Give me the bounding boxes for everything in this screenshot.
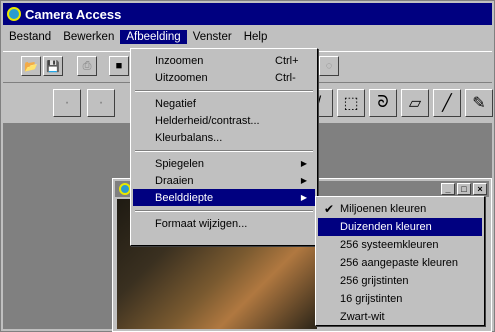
- tool-dot2-icon[interactable]: ·: [87, 89, 115, 117]
- submenu-arrow-icon: ▶: [300, 159, 307, 168]
- camera-app-icon: [7, 7, 21, 21]
- eraser-icon[interactable]: ▱: [401, 89, 429, 117]
- rect-select-icon[interactable]: ⬚: [337, 89, 365, 117]
- menuitem-label: Helderheid/contrast...: [155, 114, 260, 127]
- menuitem-negatief[interactable]: Negatief: [133, 95, 315, 112]
- submenuitem-label: Zwart-wit: [340, 311, 385, 323]
- menu-separator: [135, 90, 313, 92]
- close-button[interactable]: ×: [473, 183, 487, 195]
- menu-help[interactable]: Help: [238, 30, 274, 44]
- menuitem-label: Kleurbalans...: [155, 131, 223, 144]
- menuitem-formaat[interactable]: Formaat wijzigen...: [133, 215, 315, 232]
- submenuitem-label: 256 grijstinten: [340, 275, 409, 287]
- tool-dot-icon[interactable]: ·: [53, 89, 81, 117]
- menu-separator: [135, 210, 313, 212]
- toolbar-extra-icon[interactable]: ◌: [319, 56, 339, 76]
- checkmark-icon: ✔: [324, 202, 335, 216]
- open-folder-icon[interactable]: 📂: [21, 56, 41, 76]
- menuitem-label: Uitzoomen: [155, 71, 208, 84]
- menuitem-spiegelen[interactable]: Spiegelen ▶: [133, 155, 315, 172]
- submenuitem-miljoenen[interactable]: ✔ Miljoenen kleuren: [318, 200, 482, 218]
- submenuitem-256-systeem[interactable]: 256 systeemkleuren: [318, 236, 482, 254]
- pencil-icon[interactable]: ✎: [465, 89, 493, 117]
- submenuitem-16-grijs[interactable]: 16 grijstinten: [318, 290, 482, 308]
- menuitem-label: Negatief: [155, 97, 196, 110]
- menuitem-inzoomen[interactable]: Inzoomen Ctrl+: [133, 52, 315, 69]
- menuitem-shortcut: Ctrl-: [275, 71, 296, 84]
- afbeelding-menu: Inzoomen Ctrl+ Uitzoomen Ctrl- Negatief …: [130, 48, 318, 246]
- menuitem-beelddiepte[interactable]: Beelddiepte ▶: [133, 189, 315, 206]
- menu-afbeelding[interactable]: Afbeelding: [120, 30, 187, 44]
- beelddiepte-submenu: ✔ Miljoenen kleuren Duizenden kleuren 25…: [315, 196, 485, 326]
- submenu-arrow-icon: ▶: [300, 176, 307, 185]
- menuitem-label: Draaien: [155, 174, 194, 187]
- camera-icon[interactable]: ■: [109, 56, 129, 76]
- menuitem-kleurbalans[interactable]: Kleurbalans...: [133, 129, 315, 146]
- submenuitem-zwart-wit[interactable]: Zwart-wit: [318, 308, 482, 326]
- submenuitem-duizenden[interactable]: Duizenden kleuren: [318, 218, 482, 236]
- save-icon[interactable]: 💾: [43, 56, 63, 76]
- submenuitem-label: 16 grijstinten: [340, 293, 403, 305]
- menuitem-helderheid[interactable]: Helderheid/contrast...: [133, 112, 315, 129]
- menu-bewerken[interactable]: Bewerken: [57, 30, 120, 44]
- maximize-button[interactable]: □: [457, 183, 471, 195]
- title-bar[interactable]: Camera Access: [3, 3, 492, 25]
- menuitem-label: Beelddiepte: [155, 191, 214, 204]
- menuitem-label: Formaat wijzigen...: [155, 217, 248, 230]
- menuitem-draaien[interactable]: Draaien ▶: [133, 172, 315, 189]
- brush-icon[interactable]: ╱: [433, 89, 461, 117]
- menu-venster[interactable]: Venster: [187, 30, 238, 44]
- menuitem-label: Inzoomen: [155, 54, 204, 67]
- submenuitem-label: Duizenden kleuren: [340, 221, 432, 233]
- menu-bar: Bestand Bewerken Afbeelding Venster Help: [3, 27, 492, 47]
- submenuitem-label: 256 systeemkleuren: [340, 239, 439, 251]
- submenuitem-256-aangepast[interactable]: 256 aangepaste kleuren: [318, 254, 482, 272]
- window-title: Camera Access: [25, 6, 122, 22]
- menuitem-uitzoomen[interactable]: Uitzoomen Ctrl-: [133, 69, 315, 86]
- menu-bestand[interactable]: Bestand: [3, 30, 57, 44]
- submenuitem-label: 256 aangepaste kleuren: [340, 257, 459, 269]
- menuitem-label: Spiegelen: [155, 157, 204, 170]
- submenuitem-256-grijs[interactable]: 256 grijstinten: [318, 272, 482, 290]
- minimize-button[interactable]: _: [441, 183, 455, 195]
- submenuitem-label: Miljoenen kleuren: [340, 203, 427, 215]
- menu-separator: [135, 150, 313, 152]
- print-icon[interactable]: ⎙: [77, 56, 97, 76]
- lasso-icon[interactable]: ᘐ: [369, 89, 397, 117]
- submenu-arrow-icon: ▶: [300, 193, 307, 202]
- menuitem-shortcut: Ctrl+: [275, 54, 299, 67]
